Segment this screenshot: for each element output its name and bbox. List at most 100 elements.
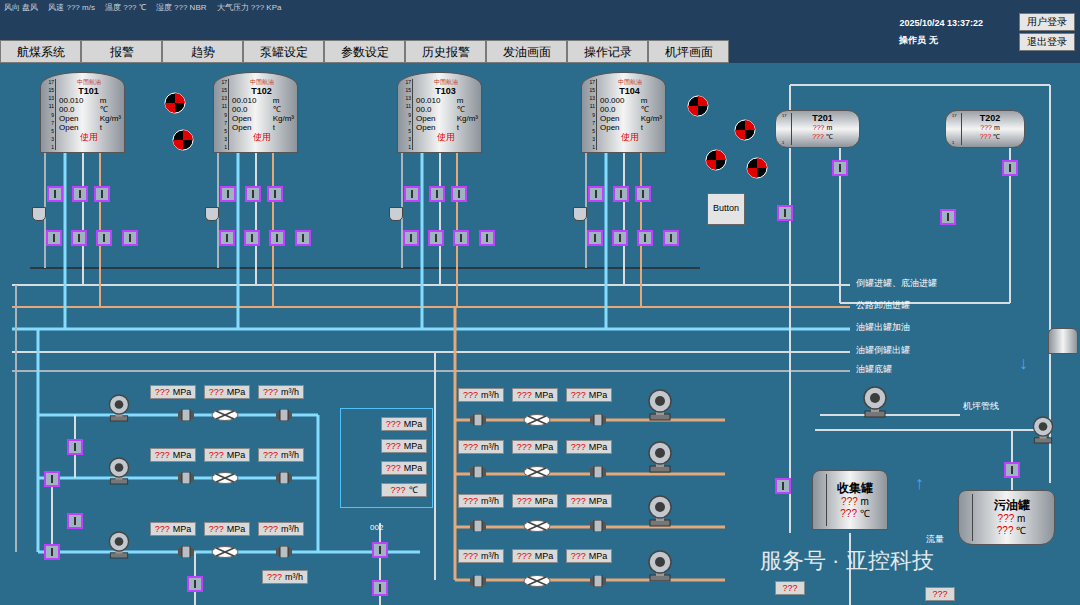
nav-button[interactable]: 参数设定	[324, 40, 405, 63]
pump-icon[interactable]	[645, 388, 675, 422]
valve[interactable]	[429, 186, 445, 202]
butterfly-valve-icon[interactable]	[523, 520, 551, 532]
valve[interactable]	[404, 186, 420, 202]
valve[interactable]	[122, 230, 138, 246]
pump-icon[interactable]	[106, 530, 132, 560]
vertical-tank[interactable]: 1715131197531中国航油T10300.010m00.0℃OpenKg/…	[397, 72, 482, 153]
valve[interactable]	[47, 186, 63, 202]
alarm-lamp-icon	[172, 129, 194, 151]
valve[interactable]	[94, 186, 110, 202]
nav-button[interactable]: 报警	[81, 40, 162, 63]
valve[interactable]	[67, 439, 83, 455]
valve[interactable]	[219, 230, 235, 246]
valve[interactable]	[295, 230, 311, 246]
flowmeter-icon	[276, 409, 292, 421]
valve[interactable]	[220, 186, 236, 202]
horizontal-tank[interactable]: 171T202??? m??? ℃	[945, 110, 1025, 148]
valve[interactable]	[46, 230, 62, 246]
valve[interactable]	[372, 542, 388, 558]
valve[interactable]	[453, 230, 469, 246]
pipe-label: 机坪管线	[963, 400, 999, 412]
vertical-tank[interactable]: 1715131197531中国航油T10400.000m00.0℃OpenKg/…	[581, 72, 666, 153]
butterfly-valve-icon[interactable]	[211, 546, 239, 558]
vertical-tank[interactable]: 1715131197531中国航油T10100.010m00.0℃OpenKg/…	[40, 72, 125, 153]
pump-icon[interactable]	[106, 456, 132, 486]
pump-icon[interactable]	[1030, 415, 1056, 445]
butterfly-valve-icon[interactable]	[211, 472, 239, 484]
valve[interactable]	[96, 230, 112, 246]
pump-icon[interactable]	[860, 385, 890, 419]
butterfly-valve-icon[interactable]	[523, 414, 551, 426]
valve[interactable]	[451, 186, 467, 202]
valve[interactable]	[613, 186, 629, 202]
valve[interactable]	[635, 186, 651, 202]
valve[interactable]	[777, 205, 793, 221]
valve[interactable]	[403, 230, 419, 246]
flowmeter-icon	[276, 472, 292, 484]
horizontal-tank[interactable]: 171T201??? m??? ℃	[775, 110, 860, 148]
valve[interactable]	[44, 471, 60, 487]
vertical-tank[interactable]: 1715131197531中国航油T10200.010m00.0℃OpenKg/…	[213, 72, 298, 153]
pipe-label: 公路卸油进罐	[856, 299, 910, 311]
valve[interactable]	[244, 230, 260, 246]
nav-button[interactable]: 泵罐设定	[243, 40, 324, 63]
valve[interactable]	[775, 478, 791, 494]
flowmeter-icon	[470, 466, 486, 478]
pipe-label: 倒罐进罐、底油进罐	[856, 277, 937, 289]
valve[interactable]	[72, 186, 88, 202]
pump-row: ???MPa???MPa???m³/h	[100, 522, 320, 564]
butterfly-valve-icon[interactable]	[523, 466, 551, 478]
auth-button[interactable]: 退出登录	[1019, 33, 1075, 51]
valve[interactable]	[187, 576, 203, 592]
valve[interactable]	[588, 186, 604, 202]
pump-icon[interactable]	[645, 494, 675, 528]
nav-button[interactable]: 机坪画面	[648, 40, 729, 63]
valve[interactable]	[612, 230, 628, 246]
pump-icon[interactable]	[645, 440, 675, 474]
reading-box: ???MPa	[150, 448, 196, 462]
tank-logo: 中国航油	[77, 79, 101, 86]
reading-box: ???℃	[381, 483, 427, 497]
nav-button[interactable]: 趋势	[162, 40, 243, 63]
valve[interactable]	[428, 230, 444, 246]
tank-group: 1715131197531中国航油T10300.010m00.0℃OpenKg/…	[397, 63, 527, 263]
valve[interactable]	[44, 544, 60, 560]
flowmeter-icon	[178, 472, 194, 484]
butterfly-valve-icon[interactable]	[523, 575, 551, 587]
valve[interactable]	[832, 160, 848, 176]
valve[interactable]	[372, 580, 388, 596]
valve[interactable]	[267, 186, 283, 202]
weather-bar: 风向 盘风 风速 ??? m/s温度 ??? ℃湿度 ??? NBR大气压力 ?…	[0, 0, 732, 16]
valve[interactable]	[71, 230, 87, 246]
valve[interactable]	[663, 230, 679, 246]
reading-box: ???MPa	[381, 461, 427, 475]
slop-tank[interactable]: 污油罐??? m??? ℃	[958, 490, 1055, 545]
flowmeter-icon	[470, 520, 486, 532]
valve[interactable]	[637, 230, 653, 246]
flow-reading: ???	[775, 581, 805, 595]
nav-button[interactable]: 发油画面	[486, 40, 567, 63]
reading-box: ???MPa	[204, 522, 250, 536]
auth-button[interactable]: 用户登录	[1019, 13, 1075, 31]
butterfly-valve-icon[interactable]	[211, 409, 239, 421]
nav-button[interactable]: 航煤系统	[0, 40, 81, 63]
nav-button[interactable]: 历史报警	[405, 40, 486, 63]
flowmeter-icon	[178, 546, 194, 558]
nav-bar: 航煤系统报警趋势泵罐设定参数设定历史报警发油画面操作记录机坪画面	[0, 40, 732, 63]
pump-icon[interactable]	[106, 393, 132, 423]
collector-tank[interactable]: 收集罐??? m??? ℃	[812, 470, 888, 530]
valve[interactable]	[587, 230, 603, 246]
valve[interactable]	[245, 186, 261, 202]
weather-item: 风速 ??? m/s	[48, 3, 95, 13]
valve[interactable]	[1004, 462, 1020, 478]
pump-icon[interactable]	[645, 549, 675, 583]
valve[interactable]	[1002, 160, 1018, 176]
valve[interactable]	[479, 230, 495, 246]
valve[interactable]	[269, 230, 285, 246]
reading-box: ???m³/h	[458, 494, 504, 508]
valve[interactable]	[67, 513, 83, 529]
flow-label: 流量	[926, 533, 944, 545]
action-button[interactable]: Button	[707, 193, 745, 225]
valve[interactable]	[940, 209, 956, 225]
nav-button[interactable]: 操作记录	[567, 40, 648, 63]
